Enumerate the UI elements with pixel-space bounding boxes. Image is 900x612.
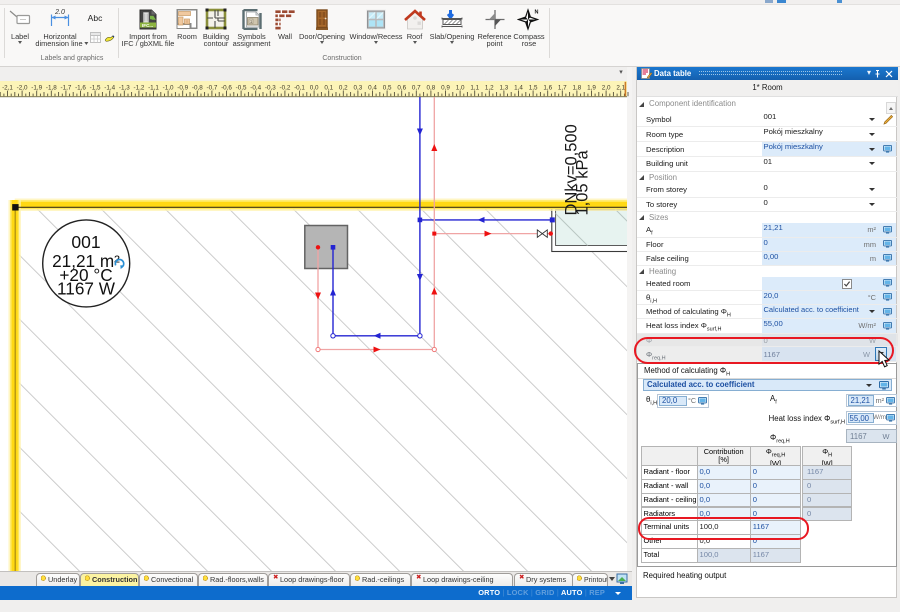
svg-text:-0,4: -0,4 <box>250 84 261 91</box>
svg-text:-1,7: -1,7 <box>60 84 71 91</box>
svg-text:0,3: 0,3 <box>354 84 363 91</box>
svg-text:1167 W: 1167 W <box>57 278 116 298</box>
svg-text:0,8: 0,8 <box>427 84 436 91</box>
svg-text:-1,1: -1,1 <box>148 84 159 91</box>
svg-text:1,4: 1,4 <box>514 84 523 91</box>
svg-text:-2,0: -2,0 <box>17 84 28 91</box>
svg-text:0,4: 0,4 <box>368 84 377 91</box>
svg-text:-1,8: -1,8 <box>46 84 57 91</box>
svg-text:1,5: 1,5 <box>529 84 538 91</box>
svg-text:2.0: 2.0 <box>54 9 65 16</box>
svg-text:IFC...: IFC... <box>142 23 153 28</box>
svg-text:1,2: 1,2 <box>485 84 494 91</box>
svg-text:0,2: 0,2 <box>339 84 348 91</box>
svg-text:-2,1: -2,1 <box>2 84 13 91</box>
svg-text:-1,4: -1,4 <box>104 84 115 91</box>
svg-text:0,9: 0,9 <box>441 84 450 91</box>
svg-text:1,0: 1,0 <box>456 84 465 91</box>
svg-text:1,05 kPa: 1,05 kPa <box>574 150 592 216</box>
svg-text:1,6: 1,6 <box>543 84 552 91</box>
svg-text:-0,1: -0,1 <box>294 84 305 91</box>
svg-text:-0,6: -0,6 <box>221 84 232 91</box>
svg-text:N: N <box>535 10 539 16</box>
svg-text:0,5: 0,5 <box>383 84 392 91</box>
svg-text:0,6: 0,6 <box>397 84 406 91</box>
svg-text:1,3: 1,3 <box>500 84 509 91</box>
svg-text:001: 001 <box>71 232 100 252</box>
svg-text:0,7: 0,7 <box>412 84 421 91</box>
svg-text:0,0: 0,0 <box>310 84 319 91</box>
svg-text:-0,3: -0,3 <box>265 84 276 91</box>
svg-text:-1,6: -1,6 <box>75 84 86 91</box>
svg-text:1,1: 1,1 <box>470 84 479 91</box>
svg-text:2,1: 2,1 <box>616 84 625 91</box>
svg-text:-0,2: -0,2 <box>279 84 290 91</box>
svg-text:1,9: 1,9 <box>587 84 596 91</box>
svg-text:-1,9: -1,9 <box>31 84 42 91</box>
svg-text:0,1: 0,1 <box>324 84 333 91</box>
svg-text:-0,7: -0,7 <box>206 84 217 91</box>
svg-text:-0,8: -0,8 <box>192 84 203 91</box>
svg-text:1,7: 1,7 <box>558 84 567 91</box>
svg-text:-1,5: -1,5 <box>90 84 101 91</box>
svg-text:-1,2: -1,2 <box>133 84 144 91</box>
svg-text:-0,9: -0,9 <box>177 84 188 91</box>
svg-text:-1,0: -1,0 <box>163 84 174 91</box>
svg-text:-1,3: -1,3 <box>119 84 130 91</box>
svg-text:-0,5: -0,5 <box>236 84 247 91</box>
svg-text:2,0: 2,0 <box>602 84 611 91</box>
svg-text:1,8: 1,8 <box>573 84 582 91</box>
